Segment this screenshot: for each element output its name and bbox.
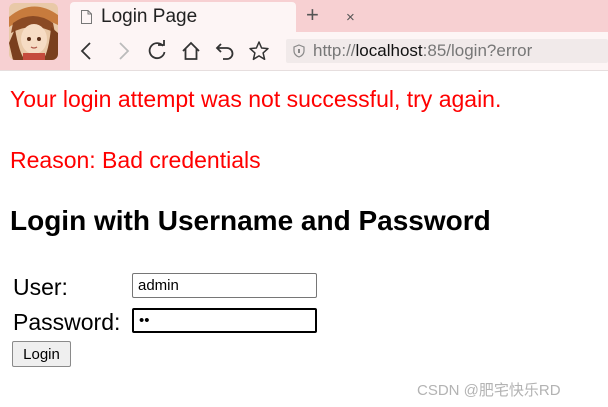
tab-title: Login Page xyxy=(101,6,198,27)
new-tab-icon[interactable]: + xyxy=(306,2,319,28)
bookmark-star-icon[interactable] xyxy=(248,40,270,62)
watermark: CSDN @肥宅快乐RD xyxy=(417,382,561,399)
login-button[interactable]: Login xyxy=(12,341,71,367)
page-icon xyxy=(81,10,92,24)
address-bar[interactable]: http://localhost:85/login?error xyxy=(286,39,608,63)
error-reason: Reason: Bad credentials xyxy=(10,147,261,173)
browser-tab[interactable]: Login Page × xyxy=(70,2,355,32)
close-tab-icon[interactable]: × xyxy=(346,10,355,25)
browser-toolbar: http://localhost:85/login?error xyxy=(70,32,608,70)
forward-icon[interactable] xyxy=(112,40,134,62)
page-heading: Login with Username and Password xyxy=(10,205,491,236)
profile-avatar[interactable] xyxy=(9,3,58,60)
url-scheme: http:// xyxy=(313,41,356,60)
url-host: localhost xyxy=(355,41,423,60)
address-url: http://localhost:85/login?error xyxy=(313,41,532,61)
back-icon[interactable] xyxy=(76,40,98,62)
browser-chrome: Login Page × + http://localhost:85/login… xyxy=(0,0,608,70)
home-icon[interactable] xyxy=(180,40,202,62)
undo-close-tab-icon[interactable] xyxy=(214,40,236,62)
error-message: Your login attempt was not successful, t… xyxy=(10,86,502,112)
password-label: Password: xyxy=(13,309,121,335)
username-input[interactable] xyxy=(132,273,317,298)
password-input[interactable] xyxy=(132,308,317,333)
url-path: :85/login?error xyxy=(422,41,533,60)
user-label: User: xyxy=(13,274,68,300)
chrome-divider xyxy=(0,70,608,71)
shield-icon xyxy=(293,44,305,58)
refresh-icon[interactable] xyxy=(146,40,168,62)
